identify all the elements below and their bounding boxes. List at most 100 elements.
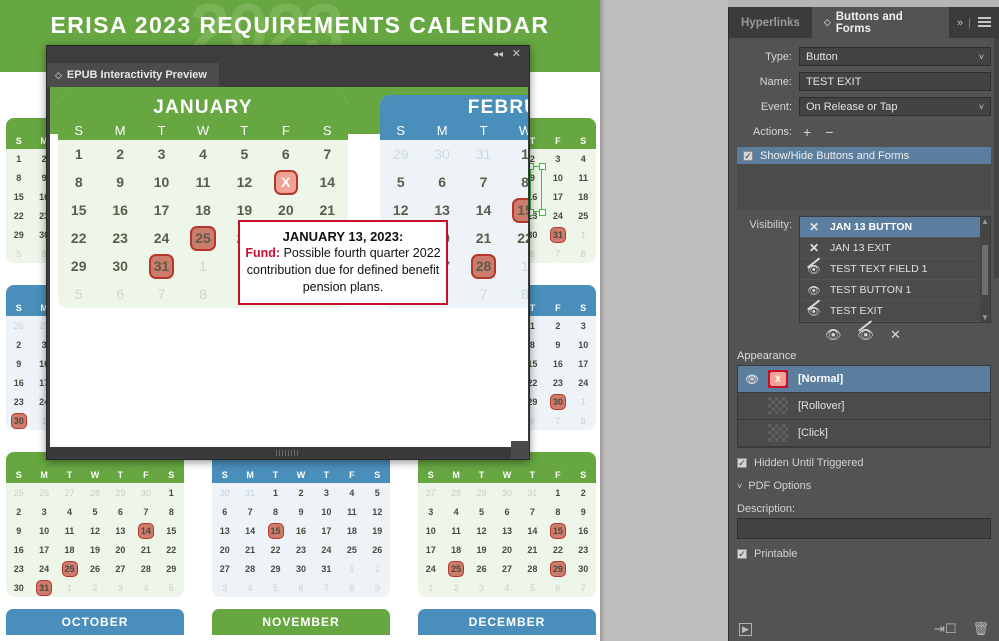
visibility-toolbar[interactable]: 👁 👁 ✕	[825, 320, 999, 343]
eye-icon[interactable]: 👁	[745, 373, 759, 386]
event-select[interactable]: On Release or Tap ˅	[799, 97, 991, 116]
window-resize-corner[interactable]	[511, 441, 529, 459]
appearance-thumbnail-empty	[768, 397, 788, 415]
marked-date-cell[interactable]: 28	[463, 253, 504, 279]
marked-date-cell[interactable]: 25	[182, 225, 223, 251]
tab-epub-interactivity-preview[interactable]: ◇ EPUB Interactivity Preview	[47, 63, 219, 87]
selection-frame[interactable]	[530, 166, 542, 212]
x-icon[interactable]: ✕	[890, 327, 901, 343]
date-cell: 29	[13, 229, 24, 240]
trash-icon[interactable]: 🗑	[972, 621, 989, 637]
marked-date-cell[interactable]: 31	[141, 253, 182, 279]
selection-handle-br[interactable]	[539, 209, 546, 216]
chevron-down-icon[interactable]: ˅	[979, 102, 984, 112]
chevron-down-icon[interactable]: ˅	[979, 52, 984, 62]
eye-slash-icon[interactable]: 👁	[807, 257, 821, 276]
panel-tab-controls[interactable]: » |	[949, 7, 999, 38]
appearance-list[interactable]: 👁 X [Normal] [Rollover] [Click]	[737, 365, 991, 448]
visibility-row[interactable]: 👁 TEST EXIT	[800, 299, 990, 322]
chevron-double-right-icon[interactable]: »	[957, 17, 963, 29]
window-grip-icon[interactable]	[276, 450, 300, 456]
name-input[interactable]: TEST EXIT	[799, 72, 991, 91]
marked-date-cell[interactable]: 31	[545, 226, 570, 243]
date-cell: 18	[451, 544, 462, 555]
date-cell: 8	[168, 506, 174, 517]
visibility-scrollbar[interactable]: ▲ ▼	[980, 217, 990, 322]
appearance-row[interactable]: 👁 X [Normal]	[738, 366, 990, 393]
scroll-down-icon[interactable]: ▼	[981, 313, 989, 322]
panel-scrollbar[interactable]	[994, 38, 999, 278]
dow-cell: F	[281, 123, 290, 138]
marked-date-cell[interactable]: 30	[6, 412, 31, 429]
collapse-icon[interactable]: ◂◂	[493, 48, 503, 61]
buttons-and-forms-panel[interactable]: Hyperlinks ◇ Buttons and Forms » | Type:…	[728, 7, 999, 641]
preview-dow-row: SMTWTFS	[380, 123, 528, 138]
description-input[interactable]	[737, 518, 991, 539]
selection-handle-tr[interactable]	[539, 163, 546, 170]
plus-icon[interactable]: +	[803, 124, 811, 140]
interactive-date-button[interactable]: X	[265, 169, 306, 195]
epub-window-bottombar[interactable]	[47, 447, 529, 459]
minus-icon[interactable]: −	[825, 124, 833, 140]
marked-date-cell[interactable]: 14	[133, 522, 158, 539]
marked-date-cell[interactable]: 15	[545, 522, 570, 539]
week-row: 2 3 4 5 6 7 8	[6, 502, 184, 521]
panel-tab-row[interactable]: Hyperlinks ◇ Buttons and Forms » |	[729, 7, 999, 38]
marked-date-cell[interactable]: 25	[57, 560, 82, 577]
date-cell: 23	[295, 544, 306, 555]
tab-buttons-and-forms[interactable]: ◇ Buttons and Forms	[811, 7, 950, 38]
marked-date-cell[interactable]: 29	[545, 560, 570, 577]
printable-checkbox[interactable]: ✓	[737, 549, 747, 559]
preview-month-name: FEBRUARY	[467, 97, 528, 118]
eye-icon[interactable]: 👁	[807, 284, 821, 297]
scroll-up-icon[interactable]: ▲	[981, 217, 989, 226]
callout-body: Fund: Possible fourth quarter 2022 contr…	[244, 245, 442, 296]
convert-to-button-icon[interactable]: ⇥☐	[934, 621, 957, 637]
panel-footer[interactable]: ▶ ⇥☐ 🗑	[729, 621, 999, 637]
visibility-row[interactable]: 👁 TEST TEXT FIELD 1	[800, 257, 990, 280]
epub-interactivity-preview-window[interactable]: ◂◂ ✕ ◇ EPUB Interactivity Preview JANUAR…	[46, 45, 530, 460]
pdf-options-disclosure[interactable]: ˅ PDF Options	[737, 480, 999, 492]
marked-date-cell[interactable]: 15	[263, 522, 288, 539]
visibility-row[interactable]: ✕ JAN 13 EXIT	[800, 238, 990, 259]
date-cell: 23	[13, 396, 24, 407]
action-show-hide-buttons-and-forms[interactable]: ✓ Show/Hide Buttons and Forms	[737, 147, 991, 164]
marked-date-cell[interactable]: 30	[545, 393, 570, 410]
hidden-until-triggered-row[interactable]: ✓ Hidden Until Triggered	[737, 457, 999, 469]
date-cell: 7	[555, 415, 561, 426]
date-cell: 1	[580, 396, 586, 407]
hidden-until-triggered-checkbox[interactable]: ✓	[737, 458, 747, 468]
printable-row[interactable]: ✓ Printable	[737, 548, 999, 560]
x-icon[interactable]: ✕	[807, 241, 821, 255]
preview-spread-icon[interactable]: ▶	[739, 622, 752, 636]
scroll-thumb[interactable]	[982, 244, 988, 295]
visibility-list[interactable]: ✕ JAN 13 BUTTON ✕ JAN 13 EXIT 👁 TEST TEXT FIE…	[799, 216, 991, 323]
actions-list-empty-area[interactable]	[737, 164, 991, 210]
chevron-down-icon[interactable]: ˅	[737, 481, 742, 491]
date-cell: 6	[222, 506, 228, 517]
action-checkbox[interactable]: ✓	[743, 150, 753, 161]
eye-icon[interactable]: 👁	[825, 327, 842, 343]
type-select[interactable]: Button ˅	[799, 47, 991, 66]
eye-slash-icon[interactable]: 👁	[807, 299, 821, 318]
appearance-row[interactable]: [Rollover]	[738, 393, 990, 420]
close-icon[interactable]: ✕	[512, 48, 521, 61]
marked-date-cell[interactable]: 15	[504, 197, 528, 223]
x-icon[interactable]: ✕	[807, 220, 821, 234]
visibility-row[interactable]: 👁 TEST BUTTON 1	[800, 280, 990, 301]
tab-hyperlinks[interactable]: Hyperlinks	[729, 7, 812, 38]
marked-date-cell[interactable]: 31	[31, 579, 56, 596]
epub-preview-viewport[interactable]: JANUARY S M T W T F S 1 2 3 4 5 6 7 8 9 10 11 12 X 14 15 16 17 18…	[50, 87, 528, 447]
epub-window-titlebar[interactable]: ◂◂ ✕	[47, 46, 529, 63]
panel-menu-icon[interactable]	[978, 17, 991, 28]
eye-slash-icon[interactable]: 👁	[858, 320, 874, 343]
date-cell: 27	[64, 487, 75, 498]
date-cell: 9	[16, 358, 22, 369]
visibility-row[interactable]: ✕ JAN 13 BUTTON	[800, 217, 990, 238]
date-cell: 2	[116, 146, 125, 162]
marked-date-cell[interactable]: 25	[443, 560, 468, 577]
date-cell: 12	[236, 174, 253, 190]
date-cell: 23	[578, 544, 589, 555]
epub-window-tabrow[interactable]: ◇ EPUB Interactivity Preview	[47, 63, 529, 87]
appearance-row[interactable]: [Click]	[738, 420, 990, 447]
